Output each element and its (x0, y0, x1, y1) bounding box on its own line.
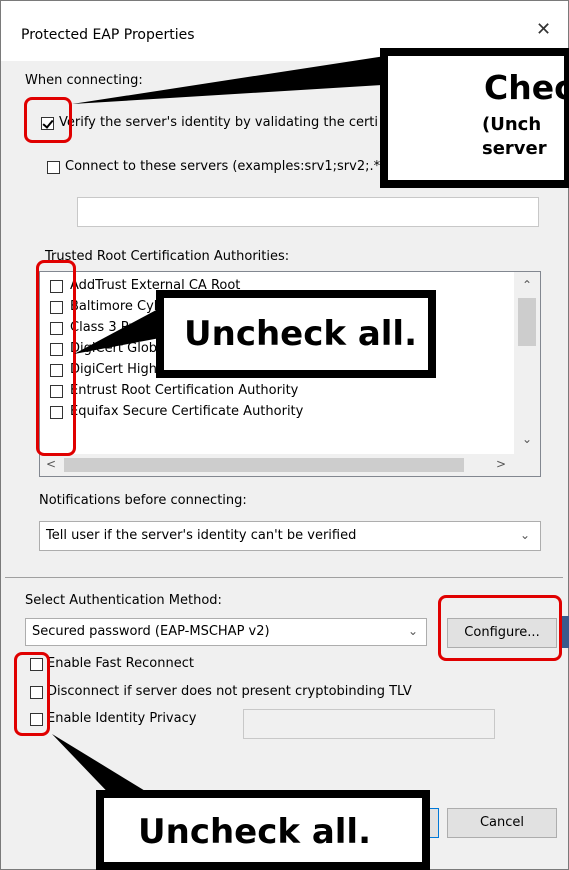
top-callout-line2: server (482, 138, 547, 159)
bottom-callout: Uncheck all. (96, 790, 430, 870)
bottom-callout-text: Uncheck all. (138, 812, 372, 852)
middle-callout-text: Uncheck all. (184, 314, 418, 354)
middle-callout: Uncheck all. (156, 290, 436, 378)
top-callout: Chec (Unch server (380, 48, 569, 188)
top-callout-title: Chec (484, 68, 569, 107)
middle-callout-pointer (74, 308, 160, 354)
top-callout-pointer (72, 54, 398, 104)
top-callout-line1: (Unch (482, 114, 542, 135)
